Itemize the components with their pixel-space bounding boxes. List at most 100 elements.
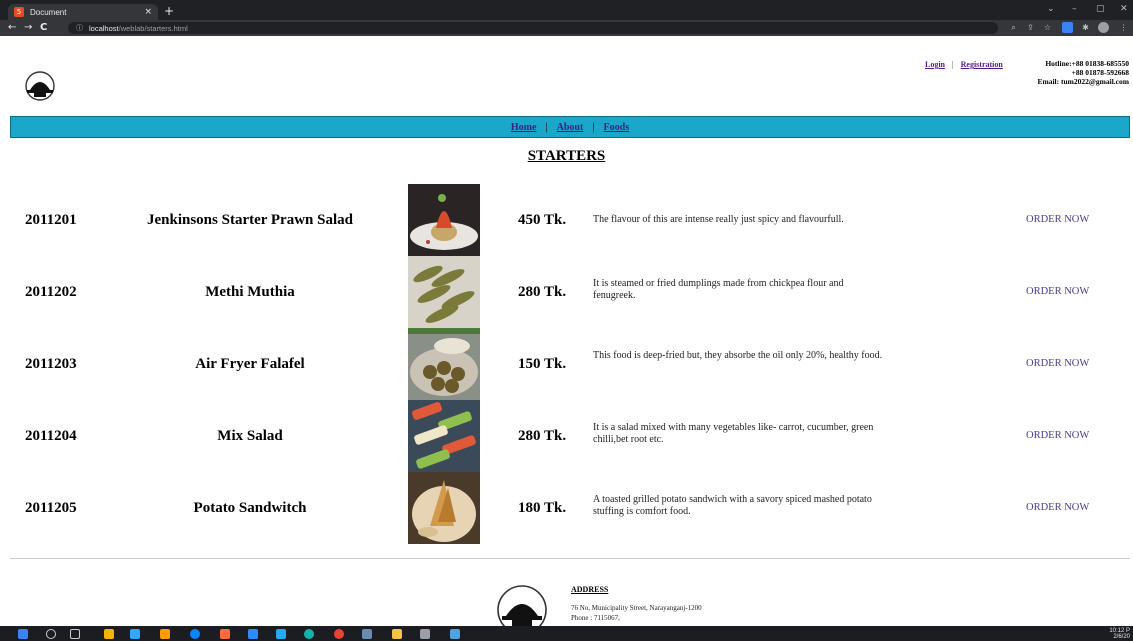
falafel-photo [408, 328, 480, 400]
menu-item: 2011205 Potato Sandwitch 180 Tk. A toast… [0, 472, 1133, 544]
browser-titlebar: 5 Document × + ⌄ – ▢ ✕ [0, 0, 1133, 20]
browser-tab[interactable]: 5 Document × [8, 4, 158, 20]
extension-icon[interactable] [1062, 22, 1073, 33]
item-code: 2011204 [25, 428, 77, 444]
avatar[interactable] [1098, 22, 1109, 33]
app-icon[interactable] [420, 629, 430, 639]
task-view-icon[interactable] [70, 629, 80, 639]
contact-info: Hotline:+88 01838-685550 +88 01878-59266… [1037, 59, 1129, 86]
browser-toolbar: ← → C ⓘ localhost/weblab/starters.html ⌕… [0, 20, 1133, 36]
item-description: The flavour of this are intense really j… [593, 214, 844, 225]
mix-salad-photo [408, 400, 480, 472]
order-now-button[interactable]: ORDER NOW [1026, 214, 1089, 225]
page-title: STARTERS [527, 148, 606, 164]
order-now-button[interactable]: ORDER NOW [1026, 502, 1089, 513]
windows-start-icon[interactable] [18, 629, 28, 639]
system-clock[interactable]: 10:12 P 2/6/20 [1109, 628, 1130, 640]
chrome-icon[interactable] [334, 629, 344, 639]
menu-item: 2011202 Methi Muthia 280 Tk. It is steam… [0, 256, 1133, 328]
illustrator-icon[interactable] [160, 629, 170, 639]
file-explorer-icon[interactable] [392, 629, 402, 639]
nav-separator: | [592, 121, 595, 133]
app-icon[interactable] [104, 629, 114, 639]
url-path: /weblab/starters.html [118, 23, 188, 33]
vscode-icon[interactable] [276, 629, 286, 639]
item-code: 2011201 [25, 212, 77, 228]
item-description: It is steamed or fried dumplings made fr… [593, 278, 844, 301]
hotline-2: +88 01878-592668 [1071, 68, 1129, 77]
app-icon[interactable] [450, 629, 460, 639]
item-code: 2011202 [25, 284, 77, 300]
photoshop-icon[interactable] [130, 629, 140, 639]
item-price: 180 Tk. [518, 500, 567, 516]
order-now-button[interactable]: ORDER NOW [1026, 286, 1089, 297]
item-description: It is a salad mixed with many vegetables… [593, 422, 874, 445]
share-icon[interactable]: ⇪ [1025, 22, 1036, 33]
item-price: 280 Tk. [518, 284, 567, 300]
reload-button[interactable]: C [40, 22, 47, 33]
close-window-button[interactable]: ✕ [1120, 4, 1128, 14]
minimize-button[interactable]: – [1072, 4, 1077, 14]
potato-sandwich-photo [408, 472, 480, 544]
email: Email: tum2022@gmail.com [1037, 77, 1129, 86]
item-description: A toasted grilled potato sandwich with a… [593, 494, 872, 517]
methi-muthia-photo [408, 256, 480, 328]
item-description: This food is deep-fried but, they absorb… [593, 350, 883, 361]
prawn-salad-photo [408, 184, 480, 256]
zoom-icon[interactable]: ⌕ [1008, 22, 1019, 33]
edge-icon[interactable] [304, 629, 314, 639]
nav-foods[interactable]: Foods [604, 122, 630, 133]
menu-item: 2011203 Air Fryer Falafel 150 Tk. This f… [0, 328, 1133, 400]
menu-item: 2011204 Mix Salad 280 Tk. It is a salad … [0, 400, 1133, 472]
item-price: 450 Tk. [518, 212, 567, 228]
main-nav: Home | About | Foods [10, 116, 1130, 138]
puzzle-icon[interactable]: ✱ [1080, 22, 1091, 33]
divider [10, 558, 1130, 559]
star-icon[interactable]: ☆ [1042, 22, 1053, 33]
html-file-icon: 5 [14, 7, 24, 17]
address-bar[interactable]: ⓘ localhost/weblab/starters.html [68, 22, 998, 34]
item-code: 2011205 [25, 500, 77, 516]
zoom-app-icon[interactable] [248, 629, 258, 639]
login-link[interactable]: Login [925, 60, 945, 69]
xampp-icon[interactable] [220, 629, 230, 639]
chevron-down-icon[interactable]: ⌄ [1047, 4, 1055, 14]
item-price: 150 Tk. [518, 356, 567, 372]
footer-logo [497, 585, 547, 626]
auth-separator: | [952, 60, 954, 69]
item-name: Air Fryer Falafel [195, 356, 305, 372]
item-code: 2011203 [25, 356, 77, 372]
order-now-button[interactable]: ORDER NOW [1026, 358, 1089, 369]
phone-line: Phone : 7115067, [571, 614, 620, 622]
maximize-button[interactable]: ▢ [1096, 4, 1105, 14]
item-name: Jenkinsons Starter Prawn Salad [146, 212, 353, 228]
tab-title: Document [30, 7, 67, 17]
order-now-button[interactable]: ORDER NOW [1026, 430, 1089, 441]
nav-home[interactable]: Home [511, 122, 537, 133]
new-tab-button[interactable]: + [164, 4, 174, 18]
menu-item: 2011201 Jenkinsons Starter Prawn Salad 4… [0, 184, 1133, 256]
address-line: 76 No, Municipality Street, Narayanganj-… [571, 604, 702, 612]
nav-separator: | [545, 121, 548, 133]
restaurant-logo[interactable] [24, 70, 56, 102]
auth-links: Login | Registration [925, 60, 1003, 69]
item-price: 280 Tk. [518, 428, 567, 444]
forward-button[interactable]: → [24, 22, 32, 33]
address-title: ADDRESS [571, 585, 609, 594]
nav-about[interactable]: About [557, 122, 584, 133]
back-button[interactable]: ← [8, 22, 16, 33]
item-name: Methi Muthia [205, 284, 295, 300]
item-name: Mix Salad [217, 428, 283, 444]
app-icon[interactable] [362, 629, 372, 639]
registration-link[interactable]: Registration [961, 60, 1003, 69]
tab-close-icon[interactable]: × [144, 7, 152, 17]
info-icon[interactable]: ⓘ [76, 23, 83, 33]
url-host: localhost [89, 23, 119, 33]
app-icon[interactable] [190, 629, 200, 639]
kebab-menu-icon[interactable]: ⋮ [1118, 22, 1129, 33]
clock-date: 2/6/20 [1113, 634, 1130, 640]
item-name: Potato Sandwitch [193, 500, 307, 516]
hotline-1: Hotline:+88 01838-685550 [1045, 59, 1129, 68]
windows-taskbar: 10:12 P 2/6/20 [0, 626, 1133, 641]
search-icon[interactable] [46, 629, 56, 639]
